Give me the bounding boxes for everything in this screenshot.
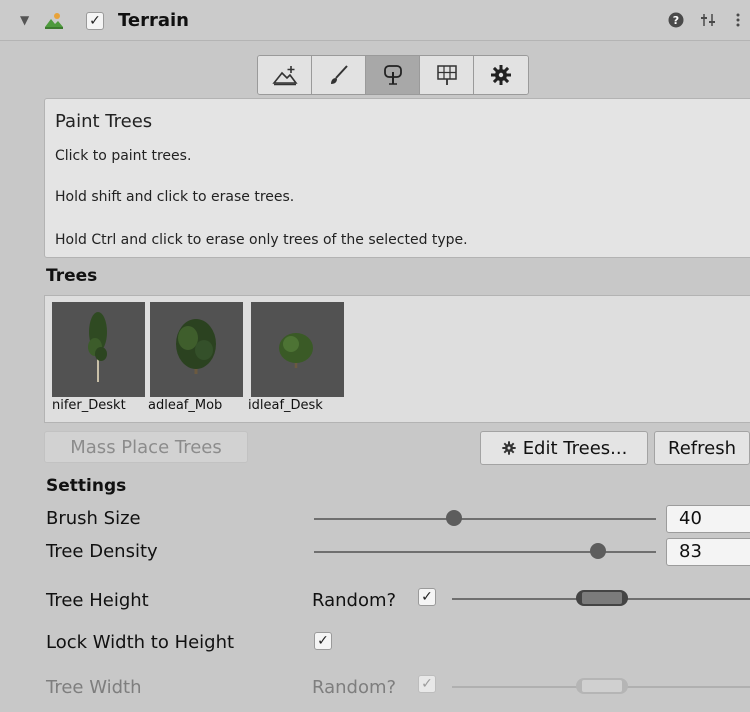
tree-density-label: Tree Density — [46, 541, 158, 562]
paint-details-tool[interactable] — [420, 56, 474, 94]
help-icon[interactable]: ? — [668, 12, 684, 28]
terrain-tool-toolbar — [257, 55, 529, 95]
brush-size-label: Brush Size — [46, 508, 141, 529]
help-line: Hold shift and click to erase trees. — [55, 189, 295, 205]
tree-density-slider-knob[interactable] — [589, 543, 606, 559]
tree-thumbnail-label: idleaf_Desk — [248, 398, 323, 413]
tree-density-field[interactable]: 83 — [666, 538, 750, 566]
component-enabled-checkbox[interactable]: ✓ — [86, 12, 104, 30]
broadleaf-tree-preview-icon — [279, 333, 313, 368]
paint-brush-icon — [330, 65, 348, 84]
tree-height-random-checkbox[interactable]: ✓ — [418, 588, 436, 606]
refresh-button[interactable]: Refresh — [654, 431, 750, 465]
brush-size-slider-knob[interactable] — [446, 510, 463, 526]
tree-width-random-checkbox: ✓ — [418, 675, 436, 693]
help-line: Hold Ctrl and click to erase only trees … — [55, 232, 468, 248]
trees-heading: Trees — [46, 266, 98, 286]
svg-text:?: ? — [673, 14, 679, 27]
tree-height-random-label: Random? — [312, 590, 397, 611]
tree-width-minmax-range — [582, 680, 622, 692]
foldout-arrow-icon[interactable]: ▼ — [20, 13, 29, 27]
lock-width-label: Lock Width to Height — [46, 632, 235, 653]
tree-prototype-list: nifer_Deskt adleaf_Mob idleaf_Desk — [44, 295, 750, 423]
broadleaf-tree-preview-icon — [176, 319, 216, 374]
brush-size-slider-track[interactable] — [314, 518, 656, 520]
tree-thumbnail-label: adleaf_Mob — [148, 398, 223, 413]
component-title: Terrain — [118, 10, 189, 31]
tree-width-label: Tree Width — [46, 677, 142, 698]
terrain-settings-tool[interactable] — [474, 56, 528, 94]
settings-heading: Settings — [46, 476, 127, 496]
tree-height-minmax-range[interactable] — [582, 592, 622, 604]
edit-trees-button[interactable]: Edit Trees... — [480, 431, 648, 465]
sliders-icon[interactable] — [700, 12, 716, 28]
terrain-icon — [45, 13, 63, 29]
tree-thumbnail-conifer[interactable] — [52, 302, 145, 397]
terrain-settings-gear-icon — [491, 65, 511, 85]
paint-trees-icon — [383, 65, 402, 85]
conifer-tree-preview-icon — [88, 312, 107, 382]
tree-height-label: Tree Height — [46, 590, 149, 611]
kebab-menu-icon[interactable] — [734, 12, 742, 28]
help-title: Paint Trees — [55, 111, 153, 132]
tree-thumbnail-broadleaf-desktop[interactable] — [251, 302, 344, 397]
create-neighbor-terrain-icon — [271, 66, 298, 86]
lock-width-checkbox[interactable]: ✓ — [314, 632, 332, 650]
paint-trees-help-box: Paint Trees Click to paint trees. Hold s… — [44, 98, 750, 258]
tree-thumbnail-label: nifer_Deskt — [52, 398, 126, 413]
paint-details-icon — [436, 65, 457, 85]
paint-trees-tool[interactable] — [366, 56, 420, 94]
tree-width-random-label: Random? — [312, 677, 397, 698]
create-neighbor-terrain-tool[interactable] — [258, 56, 312, 94]
tree-thumbnail-broadleaf-mobile[interactable] — [150, 302, 243, 397]
mass-place-trees-button[interactable]: Mass Place Trees — [44, 431, 248, 463]
inspector-header — [0, 0, 750, 41]
edit-trees-label: Edit Trees... — [522, 437, 628, 459]
help-line: Click to paint trees. — [55, 148, 192, 164]
paint-terrain-tool[interactable] — [312, 56, 366, 94]
gear-icon — [502, 441, 516, 455]
brush-size-field[interactable]: 40 — [666, 505, 750, 533]
